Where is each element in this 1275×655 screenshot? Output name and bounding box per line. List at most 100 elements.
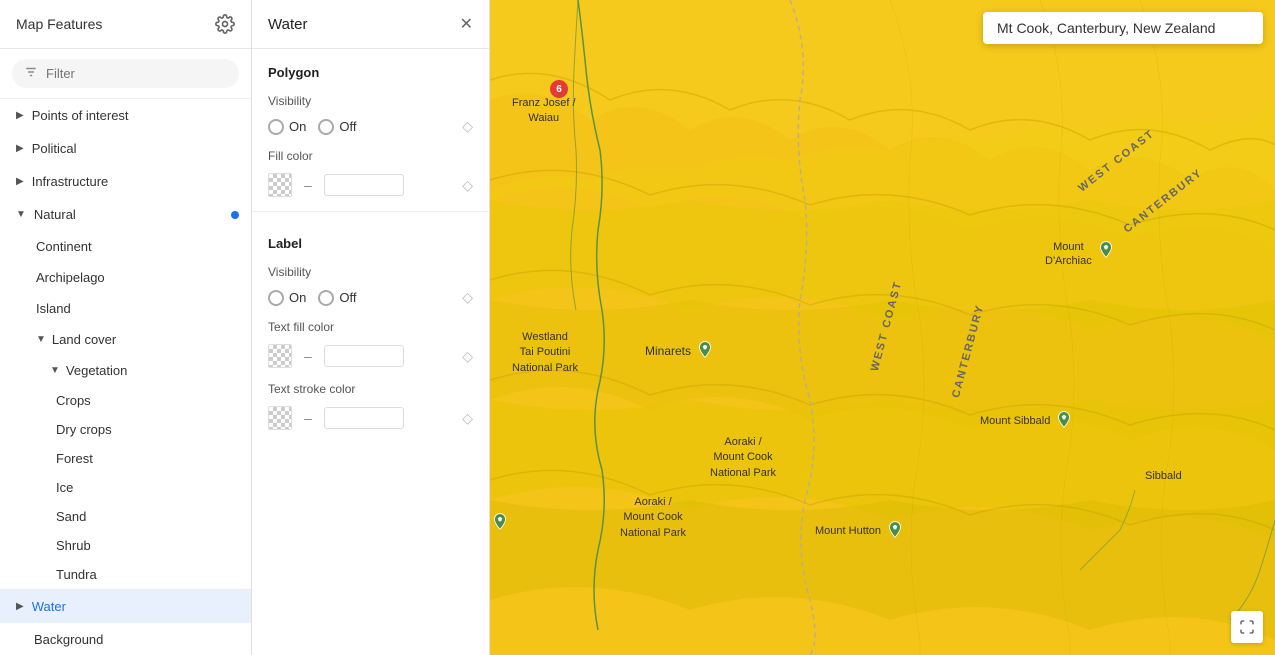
text-fill-input[interactable] (324, 345, 404, 367)
sidebar-item-land-cover[interactable]: ▼ Land cover (0, 324, 251, 355)
item-label: Background (16, 632, 103, 647)
polygon-visibility-off[interactable]: Off (318, 119, 356, 135)
off-label: Off (339, 119, 356, 134)
close-icon[interactable]: ✕ (460, 14, 473, 34)
item-label: Shrub (56, 538, 91, 553)
chevron-down-icon: ▼ (50, 365, 60, 376)
fullscreen-button[interactable] (1231, 611, 1263, 643)
item-label: Tundra (56, 567, 97, 582)
filter-input[interactable] (46, 66, 227, 81)
diamond-icon[interactable]: ◇ (462, 177, 473, 194)
item-label: Water (32, 599, 66, 614)
radio-on-circle (268, 290, 284, 306)
sidebar-item-dry-crops[interactable]: Dry crops (0, 415, 251, 444)
off-label: Off (339, 290, 356, 305)
sidebar-item-political[interactable]: ▶ Political (0, 132, 251, 165)
map-terrain (490, 0, 1275, 655)
label-visibility-off[interactable]: Off (318, 290, 356, 306)
label-visibility-on[interactable]: On (268, 290, 306, 306)
sidebar-header: Map Features (0, 0, 251, 49)
fill-color-row: – ◇ (252, 167, 489, 203)
location-sibbald-text: Sibbald (1145, 470, 1182, 482)
location-minarets: Minarets (645, 340, 715, 362)
location-aoraki-center: Aoraki /Mount CookNational Park (710, 435, 776, 481)
location-mount-hutton: Mount Hutton (815, 520, 905, 542)
sidebar-item-archipelago[interactable]: Archipelago (0, 262, 251, 293)
filter-input-wrap[interactable] (12, 59, 239, 88)
polygon-visibility-on[interactable]: On (268, 119, 306, 135)
fill-color-swatch[interactable] (268, 173, 292, 197)
radio-off-circle (318, 119, 334, 135)
text-stroke-input[interactable] (324, 407, 404, 429)
sidebar-title: Map Features (16, 16, 102, 32)
sidebar-item-vegetation[interactable]: ▼ Vegetation (0, 355, 251, 386)
item-label: Vegetation (66, 363, 127, 378)
gear-icon[interactable] (215, 14, 235, 34)
diamond-icon[interactable]: ◇ (462, 118, 473, 135)
filter-bar (0, 49, 251, 99)
middle-panel: Water ✕ Polygon Visibility On Off ◇ Fill… (252, 0, 490, 655)
sidebar-item-label: Points of interest (32, 108, 129, 123)
sidebar-item-sand[interactable]: Sand (0, 502, 251, 531)
sidebar-item-continent[interactable]: Continent (0, 231, 251, 262)
chevron-right-icon: ▶ (16, 176, 24, 187)
chevron-right-icon: ▶ (16, 143, 24, 154)
sidebar-item-ice[interactable]: Ice (0, 473, 251, 502)
route-marker-6: 6 (550, 80, 568, 98)
map-search-bar[interactable]: Mt Cook, Canterbury, New Zealand (983, 12, 1263, 44)
fill-color-label: Fill color (252, 141, 489, 167)
location-aoraki-lower: Aoraki /Mount CookNational Park (620, 495, 686, 541)
sidebar-item-tundra[interactable]: Tundra (0, 560, 251, 589)
poi-icon-left (490, 512, 510, 537)
item-label: Ice (56, 480, 73, 495)
text-fill-swatch[interactable] (268, 344, 292, 368)
route-number: 6 (556, 84, 562, 95)
item-label: Island (36, 301, 71, 316)
sidebar: Map Features ▶ Points of interest ▶ Poli… (0, 0, 252, 655)
location-westland: WestlandTai PoutiniNational Park (490, 330, 600, 376)
fill-color-input[interactable] (324, 174, 404, 196)
radio-on-circle (268, 119, 284, 135)
chevron-down-icon: ▼ (16, 209, 26, 220)
text-fill-color-row: – ◇ (252, 338, 489, 374)
section-divider (252, 211, 489, 212)
visibility-label: Visibility (252, 86, 489, 112)
item-label: Sand (56, 509, 86, 524)
sidebar-item-shrub[interactable]: Shrub (0, 531, 251, 560)
diamond-icon[interactable]: ◇ (462, 410, 473, 427)
panel-title: Water (268, 16, 307, 33)
sidebar-item-background[interactable]: Background (0, 623, 251, 655)
poi-icon-darchiac (1096, 240, 1116, 262)
text-fill-color-label: Text fill color (252, 312, 489, 338)
modified-dot (231, 211, 239, 219)
sidebar-item-forest[interactable]: Forest (0, 444, 251, 473)
map-area[interactable]: Mt Cook, Canterbury, New Zealand (490, 0, 1275, 655)
item-label: Dry crops (56, 422, 112, 437)
poi-icon-minarets (695, 340, 715, 362)
text-fill-dash: – (300, 348, 316, 364)
sidebar-item-points-of-interest[interactable]: ▶ Points of interest (0, 99, 251, 132)
poi-icon-hutton (885, 520, 905, 542)
item-label: Crops (56, 393, 91, 408)
sidebar-item-island[interactable]: Island (0, 293, 251, 324)
sidebar-item-label: Political (32, 141, 77, 156)
diamond-icon[interactable]: ◇ (462, 348, 473, 365)
diamond-icon[interactable]: ◇ (462, 289, 473, 306)
item-label: Archipelago (36, 270, 105, 285)
on-label: On (289, 119, 306, 134)
location-mount-sibbald: Mount Sibbald (980, 410, 1074, 432)
search-value: Mt Cook, Canterbury, New Zealand (997, 20, 1215, 36)
sidebar-item-label: Infrastructure (32, 174, 109, 189)
sidebar-item-infrastructure[interactable]: ▶ Infrastructure (0, 165, 251, 198)
sidebar-item-natural[interactable]: ▼ Natural (0, 198, 251, 231)
label-section-title: Label (252, 220, 489, 257)
panel-header: Water ✕ (252, 0, 489, 49)
location-mount-darchiac: MountD'Archiac (1045, 240, 1116, 269)
text-stroke-swatch[interactable] (268, 406, 292, 430)
text-stroke-color-label: Text stroke color (252, 374, 489, 400)
sidebar-item-crops[interactable]: Crops (0, 386, 251, 415)
polygon-visibility-row: On Off ◇ (252, 112, 489, 141)
sidebar-item-water[interactable]: ▶ Water (0, 590, 251, 623)
filter-icon (24, 65, 38, 82)
text-stroke-color-row: – ◇ (252, 400, 489, 436)
